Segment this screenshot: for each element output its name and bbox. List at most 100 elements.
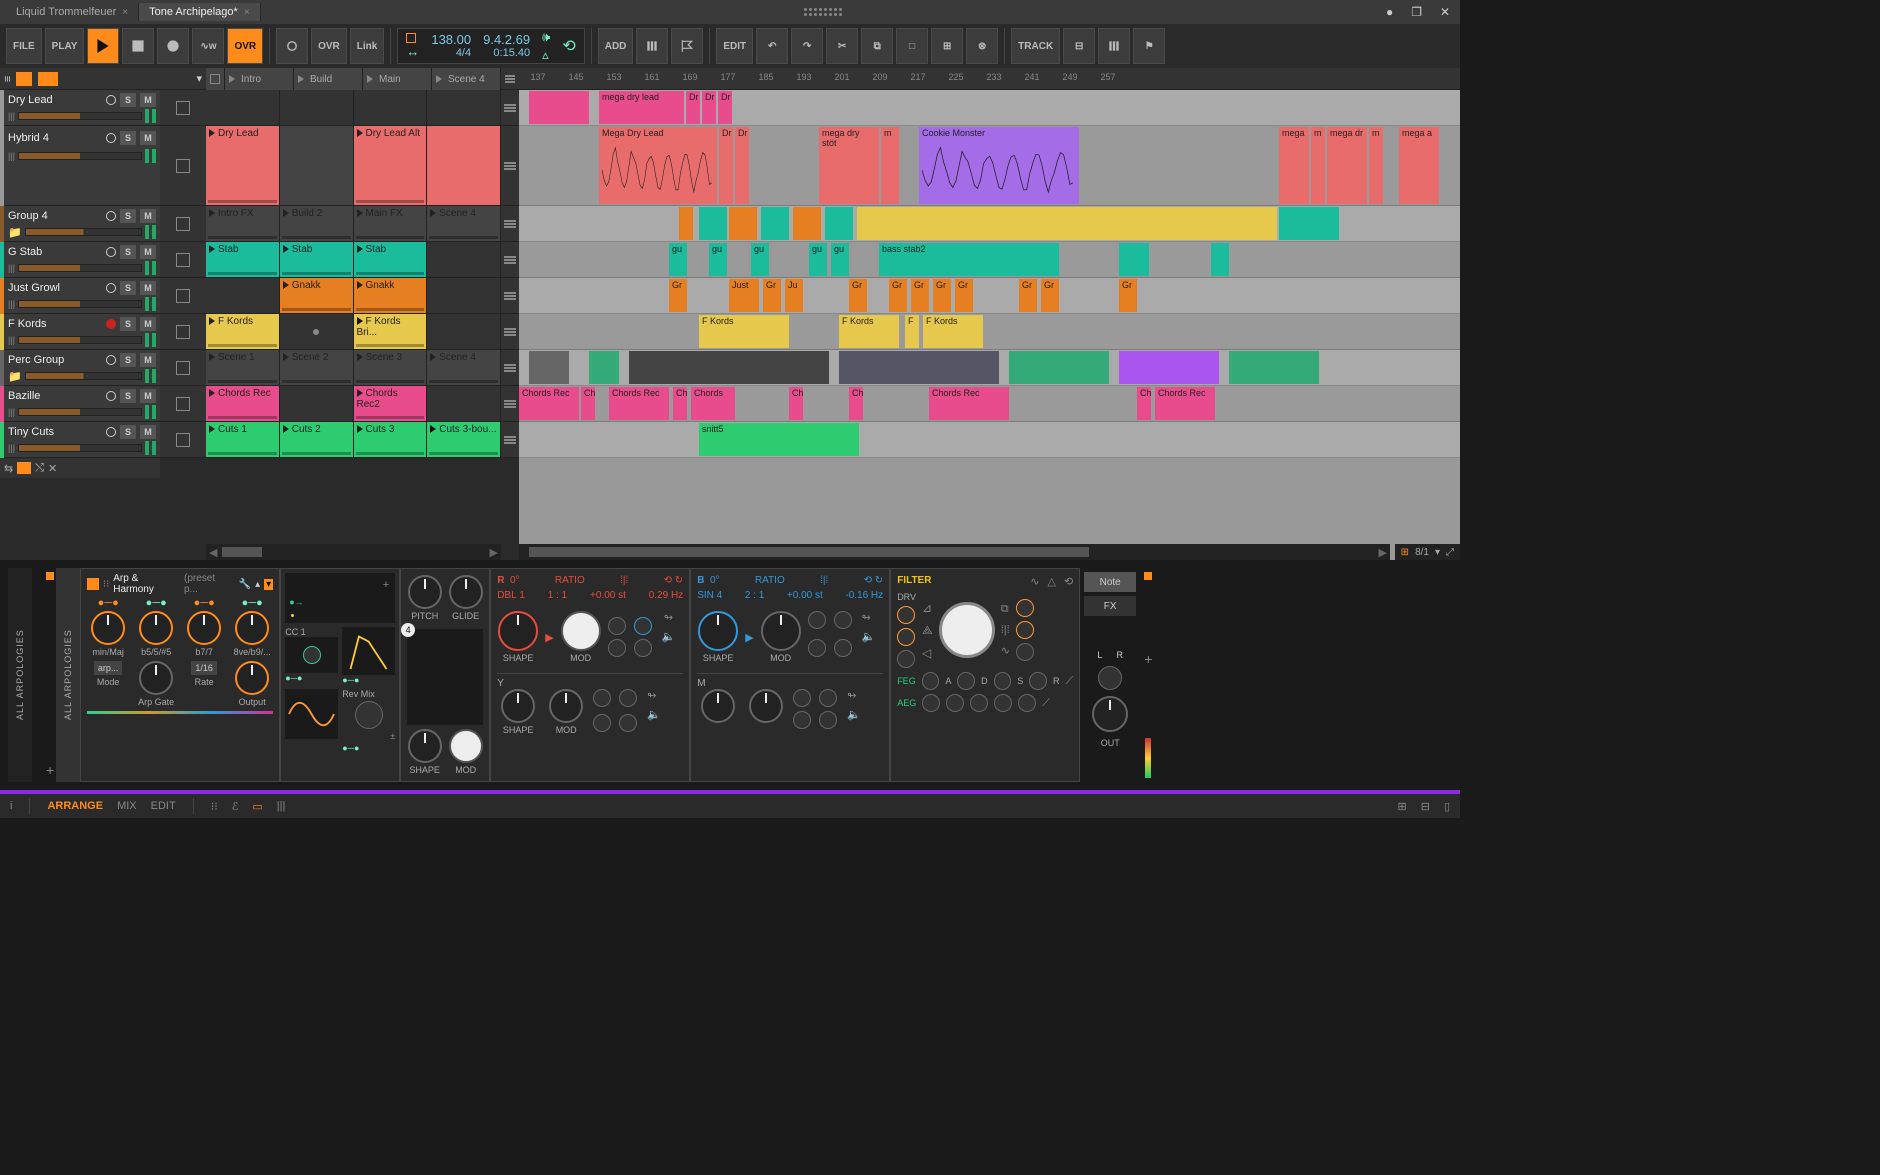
macro-knob[interactable] — [187, 611, 221, 645]
routing-icon[interactable]: ●─● — [285, 673, 338, 683]
filter-bp-icon[interactable]: ⟁ — [922, 623, 933, 638]
tempo-value[interactable]: 138.00 — [431, 33, 471, 47]
device-icon[interactable] — [87, 578, 99, 590]
solo-button[interactable]: S — [120, 389, 136, 403]
clip-slot[interactable] — [427, 242, 501, 278]
maximize-icon[interactable]: ❐ — [1411, 5, 1422, 19]
arranger-clip[interactable] — [761, 207, 789, 240]
clip-slot[interactable]: Stab — [206, 242, 280, 278]
res-knob3[interactable] — [1016, 643, 1034, 661]
close-icon[interactable]: × — [122, 7, 128, 18]
track-name[interactable]: Hybrid 4 — [8, 132, 102, 144]
drv-knob2[interactable] — [897, 628, 915, 646]
ruler-tick[interactable]: 177 — [709, 68, 747, 89]
glide-knob[interactable] — [449, 575, 483, 609]
stop-icon[interactable] — [176, 397, 190, 411]
add-button[interactable]: ADD — [598, 28, 634, 64]
view-lanes-icon[interactable] — [38, 72, 58, 86]
clip-slot[interactable]: Build 2 — [280, 206, 354, 242]
mix-view-button[interactable]: MIX — [117, 800, 137, 812]
notes-icon[interactable]: ||| — [8, 263, 15, 273]
osc-mod-knob[interactable] — [561, 611, 601, 651]
mini-knob[interactable] — [819, 689, 837, 707]
stop-button[interactable] — [122, 28, 154, 64]
track-name[interactable]: Just Growl — [8, 282, 102, 294]
speaker-icon[interactable]: 🔈 — [847, 708, 861, 721]
arranger-clip[interactable]: Gr — [933, 279, 951, 312]
volume-slider[interactable] — [18, 112, 142, 120]
macro-knob[interactable] — [235, 611, 269, 645]
arranger-clip[interactable]: F Kords — [699, 315, 789, 348]
track-row[interactable]: Dry Lead S M ||| — [4, 90, 160, 126]
arranger-clip[interactable] — [839, 351, 999, 384]
ruler-tick[interactable]: 169 — [671, 68, 709, 89]
mini-knob[interactable] — [808, 611, 826, 629]
env-knob[interactable] — [957, 672, 975, 690]
out-knob[interactable] — [1092, 696, 1128, 732]
track-button[interactable]: TRACK — [1011, 28, 1060, 64]
notes-icon[interactable]: ||| — [8, 407, 15, 417]
arranger-clip[interactable]: bass stab2 — [879, 243, 1059, 276]
record-arm-icon[interactable] — [106, 95, 116, 105]
ruler-tick[interactable]: 145 — [557, 68, 595, 89]
clip-stop-cell[interactable] — [160, 386, 206, 422]
clip-stop-cell[interactable] — [160, 206, 206, 242]
list-icon[interactable] — [504, 292, 516, 300]
track-view-icon[interactable]: ⊟ — [1063, 28, 1095, 64]
clip-slot[interactable] — [206, 278, 280, 314]
list-cell[interactable] — [501, 90, 519, 126]
arranger-clip[interactable]: mega dr — [1327, 127, 1367, 204]
st-val[interactable]: +0.00 st — [590, 590, 626, 601]
arranger-clip[interactable]: Ch — [1137, 387, 1151, 420]
list-icon[interactable] — [504, 436, 516, 444]
paste-icon[interactable]: □ — [896, 28, 928, 64]
loop-toggle-icon[interactable] — [406, 33, 416, 43]
clip-slot[interactable]: Cuts 3 — [354, 422, 428, 458]
arranger-clip[interactable]: Gr — [669, 279, 687, 312]
clip-slot[interactable]: Chords Rec — [206, 386, 280, 422]
arranger-clip[interactable] — [825, 207, 853, 240]
volume-slider[interactable] — [25, 228, 142, 236]
arranger-clip[interactable]: Dr — [702, 91, 716, 124]
cc-display[interactable] — [285, 637, 338, 673]
mute-button[interactable]: M — [140, 93, 156, 107]
mini-knob[interactable] — [634, 617, 652, 635]
device-chain-label[interactable]: ALL ARPOLOGIES — [8, 568, 32, 782]
ruler-tick[interactable]: 193 — [785, 68, 823, 89]
arranger-clip[interactable]: Chords Rec — [609, 387, 669, 420]
routing-icon[interactable]: ●─● — [242, 597, 263, 609]
routing-icon[interactable]: ●─● — [342, 743, 395, 753]
clip-slot[interactable]: Chords Rec2 — [354, 386, 428, 422]
track-name[interactable]: Tiny Cuts — [8, 426, 102, 438]
solo-button[interactable]: S — [120, 209, 136, 223]
arranger-clip[interactable]: snitt5 — [699, 423, 859, 456]
solo-button[interactable]: S — [120, 425, 136, 439]
preset-down-icon[interactable]: ▾ — [264, 579, 273, 590]
add-flag-icon[interactable] — [671, 28, 703, 64]
mapping-icon[interactable]: ℰ — [232, 800, 239, 813]
record-arm-icon[interactable] — [106, 247, 116, 257]
y-shape-knob[interactable] — [501, 689, 535, 723]
ruler-tick[interactable]: 257 — [1089, 68, 1127, 89]
osc-shape-knob[interactable] — [498, 611, 538, 651]
mute-icon[interactable]: ↬ — [664, 611, 673, 624]
arranger-lane[interactable]: GrJustGrJuGrGrGrGrGrGrGrGr — [519, 278, 1460, 314]
stop-icon[interactable] — [176, 217, 190, 231]
flag-view-icon[interactable]: ⚑ — [1133, 28, 1165, 64]
clip-slot[interactable]: Scene 1 — [206, 350, 280, 386]
arranger-clip[interactable]: F Kords — [839, 315, 899, 348]
osc-mod-knob[interactable] — [761, 611, 801, 651]
scene-header[interactable]: Main — [363, 68, 432, 90]
browser-icon[interactable]: ⁝⁝ — [211, 800, 218, 813]
preset-up-icon[interactable]: ▴ — [255, 579, 260, 590]
list-cell[interactable] — [501, 278, 519, 314]
notes-icon[interactable]: ||| — [8, 443, 15, 453]
lfo-display[interactable] — [285, 689, 338, 739]
wave-sine-icon[interactable]: ∿ — [1030, 575, 1039, 588]
wave-type[interactable]: SIN — [697, 590, 714, 601]
mini-knob[interactable] — [819, 711, 837, 729]
arranger-clip[interactable]: gu — [831, 243, 849, 276]
clip-slot[interactable]: Gnakk — [280, 278, 354, 314]
volume-slider[interactable] — [18, 408, 142, 416]
arranger-clip[interactable] — [1279, 207, 1339, 240]
